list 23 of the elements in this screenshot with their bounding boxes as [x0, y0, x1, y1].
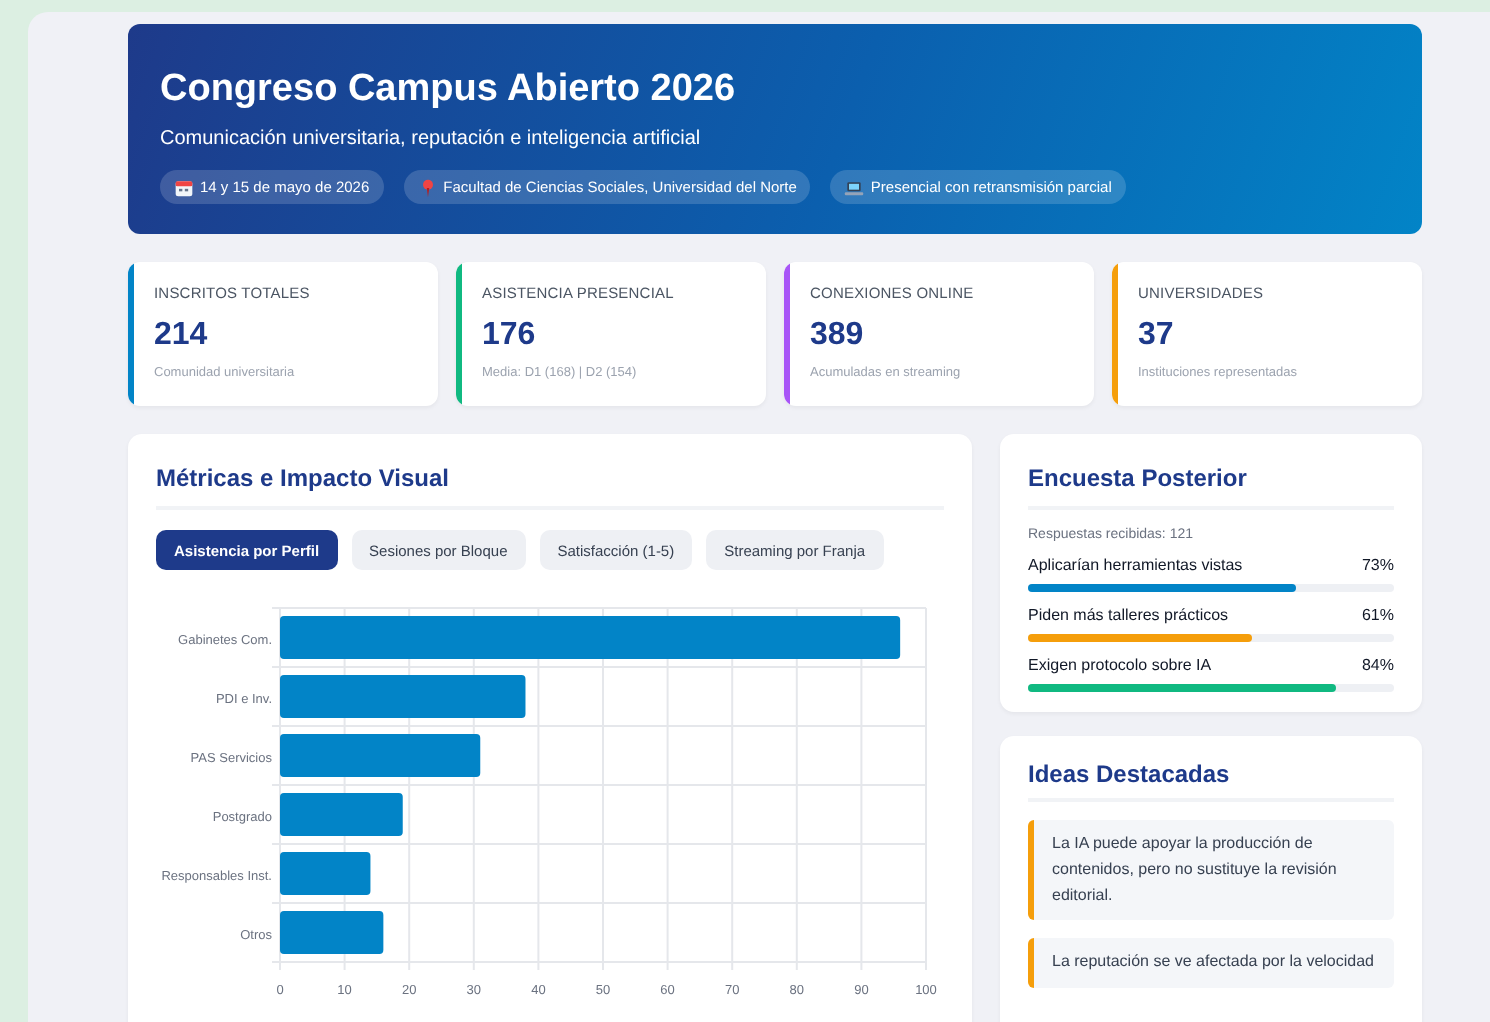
pin-icon — [417, 177, 438, 197]
stat-value: 214 — [154, 318, 210, 354]
bar — [280, 852, 371, 895]
subtitle: Comunicación universitaria, reputación e inteligencia artificial — [160, 128, 703, 150]
stat-value: 389 — [810, 318, 866, 354]
laptop-icon — [844, 177, 865, 197]
survey-percent: 61% — [1361, 606, 1394, 624]
card-title: Métricas e Impacto Visual — [156, 462, 944, 510]
survey-label: Aplicarían herramientas vistas — [1028, 556, 1243, 574]
card-title: Encuesta Posterior — [1028, 462, 1394, 510]
bar — [280, 793, 403, 836]
bar — [280, 911, 384, 954]
page-title: Congreso Campus Abierto 2026 — [160, 68, 738, 112]
survey-label: Exigen protocolo sobre IA — [1028, 656, 1212, 674]
idea-quote: La reputación se ve afectada por la velocidad — [1028, 938, 1394, 989]
idea-quote: La IA puede apoyar la producción de contenidos, pero no sustituye la revisión editorial. — [1028, 820, 1394, 921]
survey-percent: 73% — [1361, 556, 1394, 574]
stat-value: 176 — [482, 318, 538, 354]
stat-value: 37 — [1138, 318, 1176, 354]
survey-percent: 84% — [1361, 656, 1394, 674]
survey-label: Piden más talleres prácticos — [1028, 606, 1229, 624]
calendar-icon — [174, 177, 194, 197]
card-title: Ideas Destacadas — [1028, 758, 1394, 802]
